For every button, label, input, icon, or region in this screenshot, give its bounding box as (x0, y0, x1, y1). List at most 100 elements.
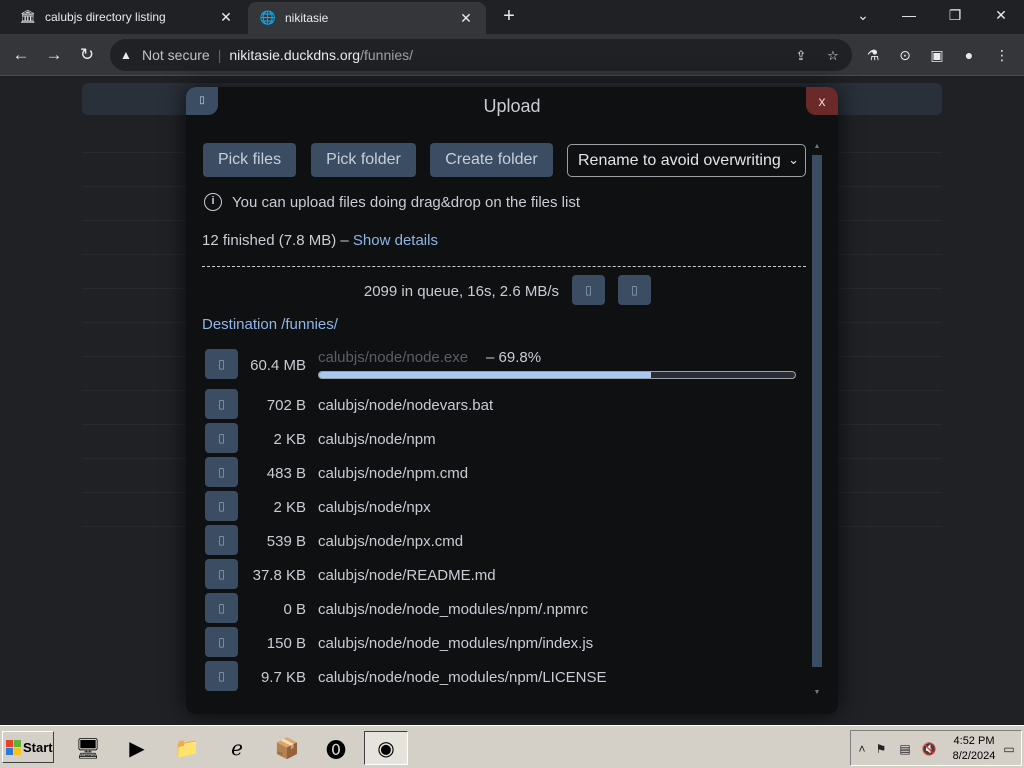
upload-row: ▯ 0 B calubjs/node/node_modules/npm/.npm… (186, 593, 806, 623)
file-name: calubjs/node/npm (318, 431, 436, 448)
tray-expand-icon[interactable]: ˄ (854, 741, 870, 757)
show-desktop-icon[interactable]: ▭ (1001, 741, 1017, 757)
tab-strip: 🏛 calubjs directory listing ✕ 🌐 nikitasi… (0, 0, 1024, 34)
queue-text: 2099 in queue, 16s, 2.6 MB/s (363, 283, 559, 300)
pick-files-button[interactable]: Pick files (203, 143, 296, 177)
file-explorer-icon[interactable]: 📁 (165, 731, 209, 765)
warning-icon: ▲ (120, 48, 132, 62)
clock-time: 4:52 PM (953, 735, 995, 747)
address-bar[interactable]: ▲ Not secure | nikitasie.duckdns.org/fun… (110, 39, 852, 71)
scroll-up-icon[interactable]: ▲ (812, 143, 822, 150)
file-size: 37.8 KB (252, 567, 306, 584)
action-center-flag-icon[interactable]: ⚑ (873, 741, 889, 757)
back-button[interactable]: ← (9, 43, 33, 67)
divider: | (217, 47, 222, 63)
upload-row: ▯ 37.8 KB calubjs/node/README.md (186, 559, 806, 589)
labs-flask-icon[interactable]: ⚗ (864, 46, 882, 64)
dialog-title: Upload (483, 96, 541, 116)
file-size: 539 B (266, 533, 306, 550)
minimize-button[interactable]: — (894, 4, 924, 26)
create-folder-button[interactable]: Create folder (430, 143, 553, 177)
file-size: 2 KB (273, 499, 306, 516)
cancel-upload-button[interactable]: ▯ (205, 491, 238, 521)
network-icon[interactable]: ▤ (897, 741, 913, 757)
upload-row: ▯ 150 B calubjs/node/node_modules/npm/in… (186, 627, 806, 657)
pause-queue-button[interactable]: ▯ (572, 275, 605, 305)
destination-label: Destination /funnies/ (202, 316, 338, 333)
cancel-upload-button[interactable]: ▯ (205, 593, 238, 623)
tab-nikitasie[interactable]: 🌐 nikitasie ✕ (248, 2, 486, 34)
share-icon[interactable]: ⇪ (792, 47, 810, 65)
close-tab-icon[interactable]: ✕ (218, 9, 234, 26)
file-name: calubjs/node/npm.cmd (318, 465, 469, 482)
cancel-upload-button[interactable]: ▯ (205, 525, 238, 555)
tab-directory-listing[interactable]: 🏛 calubjs directory listing ✕ (8, 0, 246, 34)
upload-row: ▯ 2 KB calubjs/node/npm (186, 423, 806, 453)
clock[interactable]: 4:52 PM 8/2/2024 (948, 734, 1000, 764)
bookmark-star-icon[interactable]: ☆ (824, 47, 842, 65)
file-size: 150 B (266, 635, 306, 652)
chrome-taskbar-icon[interactable]: ◉ (364, 731, 408, 765)
show-details-link[interactable]: Show details (353, 232, 438, 249)
conflict-mode-select[interactable]: Rename to avoid overwriting ⌄ (567, 144, 806, 177)
file-name: calubjs/node/node_modules/npm/LICENSE (318, 669, 607, 686)
cancel-upload-button[interactable]: ▯ (205, 559, 238, 589)
cancel-upload-button[interactable]: ▯ (205, 457, 238, 487)
cancel-upload-button[interactable]: ▯ (205, 627, 238, 657)
finished-summary: 12 finished (7.8 MB) – Show details (202, 232, 438, 249)
profile-icon[interactable]: ● (960, 46, 978, 64)
dialog-scrollbar[interactable]: ▲ ▼ (812, 143, 822, 703)
new-tab-button[interactable]: + (498, 5, 520, 27)
globe-icon: 🌐 (259, 10, 277, 25)
cancel-upload-button[interactable]: ▯ (205, 389, 238, 419)
upload-row: ▯ 9.7 KB calubjs/node/node_modules/npm/L… (186, 661, 806, 691)
library-icon: 🏛 (19, 9, 37, 24)
upload-progress-fill (319, 372, 652, 378)
menu-icon[interactable]: ⋮ (993, 46, 1011, 64)
restore-button[interactable]: ❐ (940, 4, 970, 26)
download-icon[interactable]: ⊙ (896, 46, 914, 64)
red-app-icon[interactable]: ⓿ (314, 731, 358, 765)
url-host: nikitasie.duckdns.org (229, 47, 361, 63)
system-tray: ˄ ⚑ ▤ 🔇 4:52 PM 8/2/2024 ▭ (850, 730, 1022, 766)
close-tab-icon[interactable]: ✕ (458, 10, 474, 27)
file-name: calubjs/node/node_modules/npm/index.js (318, 635, 594, 652)
file-size: 2 KB (273, 431, 306, 448)
scrollbar-thumb[interactable] (812, 155, 822, 667)
cancel-upload-button[interactable]: ▯ (205, 661, 238, 691)
hint-text: You can upload files doing drag&drop on … (232, 193, 581, 211)
queue-status: 2099 in queue, 16s, 2.6 MB/s ▯ ▯ (186, 275, 806, 305)
upload-row: ▯ 539 B calubjs/node/npx.cmd (186, 525, 806, 555)
tab-search-icon[interactable]: ⌄ (848, 4, 878, 26)
file-size: 483 B (266, 465, 306, 482)
powershell-icon[interactable]: ▶ (115, 731, 159, 765)
cancel-upload-button[interactable]: ▯ (205, 423, 238, 453)
url-path: /funnies/ (360, 47, 414, 63)
side-panel-icon[interactable]: ▣ (928, 46, 946, 64)
start-button[interactable]: Start (2, 731, 54, 763)
dialog-close-button[interactable]: x (806, 87, 838, 115)
file-name: calubjs/node/nodevars.bat (318, 397, 494, 414)
file-name: calubjs/node/README.md (318, 567, 496, 584)
file-size: 702 B (266, 397, 306, 414)
info-icon: i (204, 193, 222, 211)
forward-button[interactable]: → (42, 43, 66, 67)
cancel-upload-button[interactable]: ▯ (205, 349, 238, 379)
conflict-mode-value: Rename to avoid overwriting (578, 151, 781, 169)
file-size: 60.4 MB (250, 357, 306, 374)
upload-row: ▯ 483 B calubjs/node/npm.cmd (186, 457, 806, 487)
clear-queue-button[interactable]: ▯ (618, 275, 651, 305)
finished-text: 12 finished (7.8 MB) – (202, 232, 349, 249)
pick-folder-button[interactable]: Pick folder (311, 143, 416, 177)
reload-button[interactable]: ↻ (75, 43, 99, 67)
file-name: calubjs/node/node_modules/npm/.npmrc (318, 601, 589, 618)
server-manager-icon[interactable]: 🖥 (66, 731, 110, 765)
scroll-down-icon[interactable]: ▼ (812, 689, 822, 696)
browser-toolbar: ← → ↻ ▲ Not secure | nikitasie.duckdns.o… (0, 34, 1024, 76)
start-label: Start (23, 739, 53, 755)
windows-logo-icon (6, 739, 21, 755)
close-window-button[interactable]: ✕ (986, 4, 1016, 26)
volume-muted-icon[interactable]: 🔇 (921, 741, 937, 757)
internet-explorer-icon[interactable]: ℯ (215, 731, 259, 765)
archive-app-icon[interactable]: 📦 (265, 731, 309, 765)
